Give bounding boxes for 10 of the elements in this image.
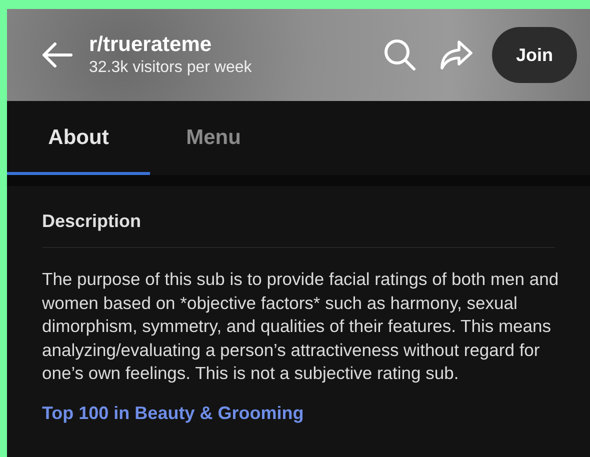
join-button[interactable]: Join — [492, 27, 577, 83]
community-title: r/truerateme — [89, 32, 213, 58]
back-arrow-icon — [41, 41, 73, 69]
share-arrow-icon — [438, 40, 473, 70]
visitors-count: 32.3k visitors per week — [89, 58, 252, 78]
tab[interactable]: Menu — [150, 101, 277, 175]
search-icon — [382, 38, 417, 72]
description-text: The purpose of this sub is to provide facial ratings of both men and women based on *objective factors* such as harmony, sexual dimorphism, symmetry, and qualities of their features. This means analyzing/evaluating a person’s attractiveness without regard for one’s own feelings. This is not a subjective rating sub. — [42, 268, 560, 385]
section-heading: Description — [42, 211, 142, 231]
ranking-link[interactable]: Top 100 in Beauty & Grooming — [42, 400, 555, 426]
